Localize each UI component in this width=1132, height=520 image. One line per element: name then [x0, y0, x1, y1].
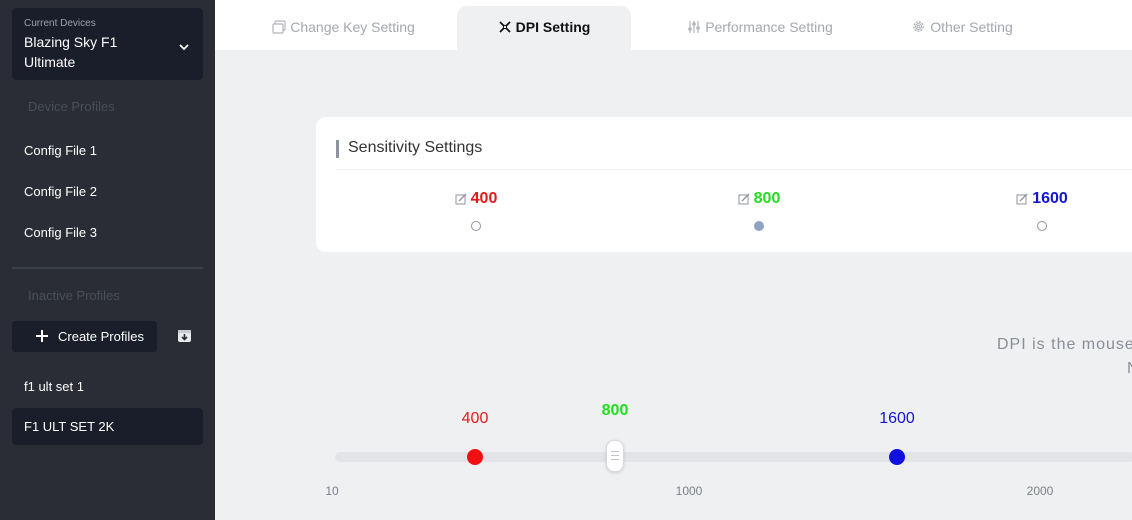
dpi-icon: [499, 21, 511, 33]
import-icon[interactable]: [177, 328, 192, 343]
dpi-level-2: 800: [699, 190, 819, 231]
dpi-radio[interactable]: [1037, 221, 1047, 231]
edit-icon[interactable]: [1016, 193, 1028, 205]
dpi-slider-track[interactable]: [335, 452, 1132, 462]
card-divider: [336, 169, 1132, 170]
dpi-description-cont: N: [1127, 360, 1132, 378]
tab-bar: Change Key Setting DPI Setting Performan…: [215, 0, 1132, 50]
dpi-slider-marker[interactable]: [467, 449, 483, 465]
dpi-slider-handle[interactable]: [606, 440, 624, 472]
sidebar: Current Devices Blazing Sky F1 Ultimate …: [0, 0, 215, 520]
edit-icon[interactable]: [455, 193, 467, 205]
create-profiles-label: Create Profiles: [58, 329, 144, 344]
sensitivity-title: Sensitivity Settings: [348, 139, 483, 156]
grip-line: [611, 451, 619, 452]
sensitivity-card: Sensitivity Settings 400 800 1600: [316, 117, 1132, 252]
profile-item[interactable]: Config File 3: [12, 214, 203, 251]
tab-label: Change Key Setting: [290, 19, 415, 35]
dpi-radio[interactable]: [471, 221, 481, 231]
key-icon: [272, 20, 286, 34]
inactive-profile-item[interactable]: F1 ULT SET 2K: [12, 408, 203, 445]
sidebar-divider: [12, 267, 203, 269]
slider-label: 400: [461, 410, 489, 427]
dpi-level-3: 1600: [982, 190, 1102, 231]
slider-label: 1600: [879, 410, 915, 427]
dpi-value[interactable]: 1600: [1032, 190, 1068, 208]
edit-icon[interactable]: [738, 193, 750, 205]
dpi-level-1: 400: [416, 190, 536, 231]
dpi-value[interactable]: 400: [471, 190, 498, 208]
slider-label: 800: [601, 402, 629, 419]
tab-label: Other Setting: [930, 19, 1013, 35]
device-caption: Current Devices: [24, 18, 96, 29]
grip-line: [611, 459, 619, 460]
create-profiles-button[interactable]: Create Profiles: [12, 321, 157, 352]
slider-tick-label: 1000: [675, 484, 703, 498]
chevron-down-icon: [179, 44, 189, 51]
profile-item[interactable]: Config File 1: [12, 132, 203, 169]
tab-label: Performance Setting: [705, 19, 833, 35]
slider-tick-label: 10: [325, 484, 339, 498]
dpi-radio[interactable]: [754, 221, 764, 231]
tab-label: DPI Setting: [515, 19, 591, 35]
gear-icon: [913, 21, 925, 32]
inactive-profiles-title: Inactive Profiles: [28, 288, 120, 303]
grip-line: [611, 455, 619, 456]
tab-other-setting[interactable]: Other Setting: [897, 6, 1027, 50]
plus-icon: [36, 330, 48, 342]
profile-item[interactable]: Config File 2: [12, 173, 203, 210]
slider-tick-label: 2000: [1026, 484, 1054, 498]
dpi-slider-marker[interactable]: [889, 449, 905, 465]
tab-change-key-setting[interactable]: Change Key Setting: [261, 6, 426, 50]
dpi-description: DPI is the mouse: [997, 336, 1132, 353]
device-name: Blazing Sky F1 Ultimate: [24, 34, 118, 70]
dpi-value[interactable]: 800: [754, 190, 781, 208]
sliders-icon: [688, 21, 700, 33]
inactive-profile-item[interactable]: f1 ult set 1: [12, 368, 203, 405]
tab-dpi-setting[interactable]: DPI Setting: [457, 6, 631, 50]
device-selector[interactable]: Current Devices Blazing Sky F1 Ultimate: [12, 8, 203, 80]
tab-performance-setting[interactable]: Performance Setting: [670, 6, 850, 50]
device-profiles-title: Device Profiles: [28, 99, 115, 114]
title-accent-bar: [336, 140, 339, 158]
